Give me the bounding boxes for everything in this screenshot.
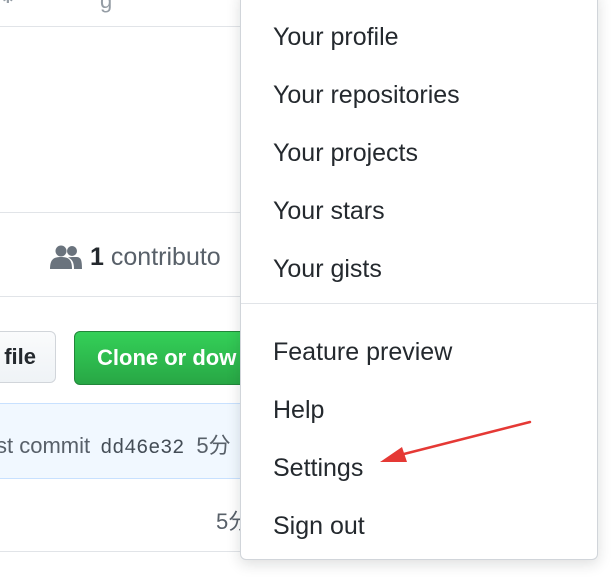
menu-divider [241,303,597,304]
menu-item-help[interactable]: Help [273,393,324,427]
menu-item-your-projects[interactable]: Your projects [273,136,418,170]
menu-item-your-gists[interactable]: Your gists [273,252,382,286]
repo-nav-partial: ✱ g [0,0,240,27]
menu-item-sign-out[interactable]: Sign out [273,509,365,543]
menu-item-your-profile[interactable]: Your profile [273,20,399,54]
repo-nav-partial-text: g [100,0,113,13]
gear-icon: ✱ [2,0,16,6]
commit-time: 5分 [196,433,231,458]
latest-commit-text: st commit dd46e32 5分 [0,428,231,460]
contributors-count: 1 [90,243,104,271]
file-row-divider [0,551,260,552]
menu-item-your-stars[interactable]: Your stars [273,194,385,228]
menu-item-your-repositories[interactable]: Your repositories [273,78,460,112]
contributors-label: contributo [110,243,221,271]
menu-item-feature-preview[interactable]: Feature preview [273,335,452,369]
contributors-divider [0,296,240,297]
latest-commit-prefix: st commit [0,433,91,458]
contributors-link[interactable]: 1 contributo [50,240,221,274]
find-file-button[interactable]: file [0,331,56,383]
commit-sha-link[interactable]: dd46e32 [100,437,184,460]
menu-item-settings[interactable]: Settings [273,451,363,485]
people-icon [50,245,82,269]
user-dropdown-menu: Your profile Your repositories Your proj… [240,0,598,560]
latest-commit-bar: st commit dd46e32 5分 [0,403,260,479]
summary-divider [0,212,240,213]
clone-or-download-button[interactable]: Clone or dow [74,331,264,385]
page: ✱ g 1 contributo file Clone or dow st co… [0,0,613,583]
